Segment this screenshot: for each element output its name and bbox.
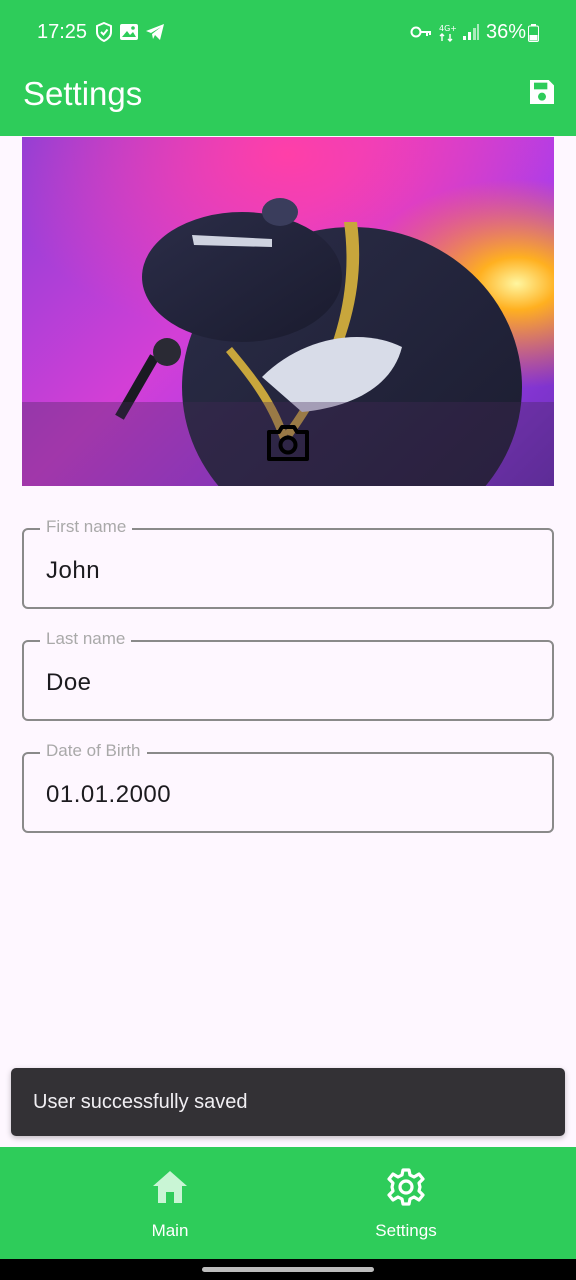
save-icon[interactable]	[526, 76, 558, 108]
first-name-value[interactable]: John	[46, 557, 100, 585]
svg-text:4G+: 4G+	[439, 24, 456, 33]
shield-icon	[96, 22, 112, 42]
bottom-navigation: Main Settings	[0, 1147, 576, 1259]
first-name-label: First name	[40, 517, 133, 537]
image-icon	[120, 24, 138, 40]
date-of-birth-field[interactable]: Date of Birth 01.01.2000	[22, 741, 554, 833]
nav-item-settings[interactable]: Settings	[262, 1147, 550, 1259]
app-bar: Settings	[0, 64, 576, 136]
nav-label-settings: Settings	[375, 1221, 437, 1240]
profile-photo[interactable]	[22, 137, 554, 486]
notification-icons	[95, 22, 165, 42]
first-name-field[interactable]: First name John	[22, 517, 554, 609]
snackbar: User successfully saved	[11, 1068, 565, 1136]
system-icons: 4G+	[410, 22, 480, 42]
snackbar-message: User successfully saved	[33, 1091, 248, 1113]
gear-icon	[387, 1168, 425, 1206]
last-name-field[interactable]: Last name Doe	[22, 629, 554, 721]
last-name-value[interactable]: Doe	[46, 669, 92, 697]
battery-icon	[528, 24, 539, 42]
date-of-birth-label: Date of Birth	[40, 741, 147, 761]
battery-percentage: 36%	[486, 21, 527, 43]
last-name-label: Last name	[40, 629, 132, 649]
status-bar: 17:25 4G+ 36%	[0, 0, 576, 64]
camera-icon[interactable]	[264, 418, 312, 466]
gesture-handle[interactable]	[202, 1267, 374, 1272]
page-title: Settings	[23, 75, 143, 112]
signal-icon	[463, 24, 479, 40]
network-4g-icon: 4G+	[439, 24, 456, 42]
home-icon	[153, 1171, 187, 1203]
telegram-icon	[146, 24, 164, 40]
system-gesture-area	[0, 1259, 576, 1280]
settings-screen: 17:25 4G+ 36% Settings First name John L…	[0, 0, 576, 1280]
status-time: 17:25	[37, 21, 88, 43]
key-icon	[410, 26, 431, 38]
date-of-birth-value[interactable]: 01.01.2000	[46, 781, 171, 809]
